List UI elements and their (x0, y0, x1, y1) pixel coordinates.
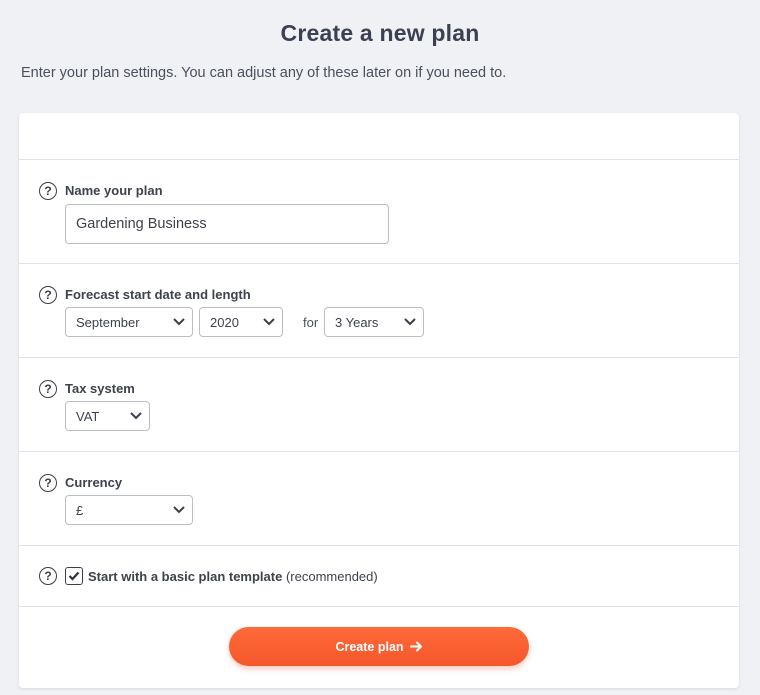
currency-select-value: £ (76, 502, 84, 518)
checkmark-icon (68, 571, 80, 581)
tax-select[interactable]: VAT (65, 401, 150, 431)
currency-section: ? Currency £ (19, 451, 739, 545)
for-label: for (303, 315, 319, 330)
length-select[interactable]: 3 Years (324, 307, 424, 337)
chevron-down-icon (130, 412, 142, 420)
forecast-help-icon[interactable]: ? (39, 286, 57, 304)
forecast-section: ? Forecast start date and length Septemb… (19, 263, 739, 357)
chevron-down-icon (263, 318, 275, 326)
name-help-icon[interactable]: ? (39, 182, 57, 200)
create-plan-label: Create plan (335, 639, 404, 654)
chevron-down-icon (173, 506, 185, 514)
tax-help-icon[interactable]: ? (39, 380, 57, 398)
tax-section: ? Tax system VAT (19, 357, 739, 451)
template-label-rest: (recommended) (285, 569, 378, 584)
chevron-down-icon (404, 318, 416, 326)
template-help-icon[interactable]: ? (39, 567, 57, 585)
arrow-right-icon (409, 641, 422, 652)
template-section: ? Start with a basic plan template (reco… (19, 545, 739, 606)
page-subtitle: Enter your plan settings. You can adjust… (21, 65, 507, 81)
year-select[interactable]: 2020 (199, 307, 283, 337)
month-select[interactable]: September (65, 307, 193, 337)
create-plan-button[interactable]: Create plan (229, 627, 529, 666)
tax-select-value: VAT (76, 408, 100, 424)
plan-settings-card: ? Name your plan ? Forecast start date a… (19, 113, 739, 688)
month-select-value: September (76, 314, 140, 330)
tax-label: Tax system (65, 381, 135, 396)
currency-label: Currency (65, 475, 123, 490)
template-label: Start with a basic plan template (recomm… (88, 569, 378, 584)
name-section: ? Name your plan (19, 159, 739, 263)
page-title: Create a new plan (280, 20, 480, 46)
template-label-bold: Start with a basic plan template (88, 569, 283, 584)
name-label: Name your plan (65, 183, 163, 198)
chevron-down-icon (173, 318, 185, 326)
year-select-value: 2020 (210, 314, 239, 330)
plan-name-input[interactable] (65, 204, 389, 244)
length-select-value: 3 Years (335, 314, 379, 330)
currency-help-icon[interactable]: ? (39, 474, 57, 492)
forecast-label: Forecast start date and length (65, 287, 251, 302)
currency-select[interactable]: £ (65, 495, 193, 525)
template-checkbox[interactable] (65, 567, 83, 585)
